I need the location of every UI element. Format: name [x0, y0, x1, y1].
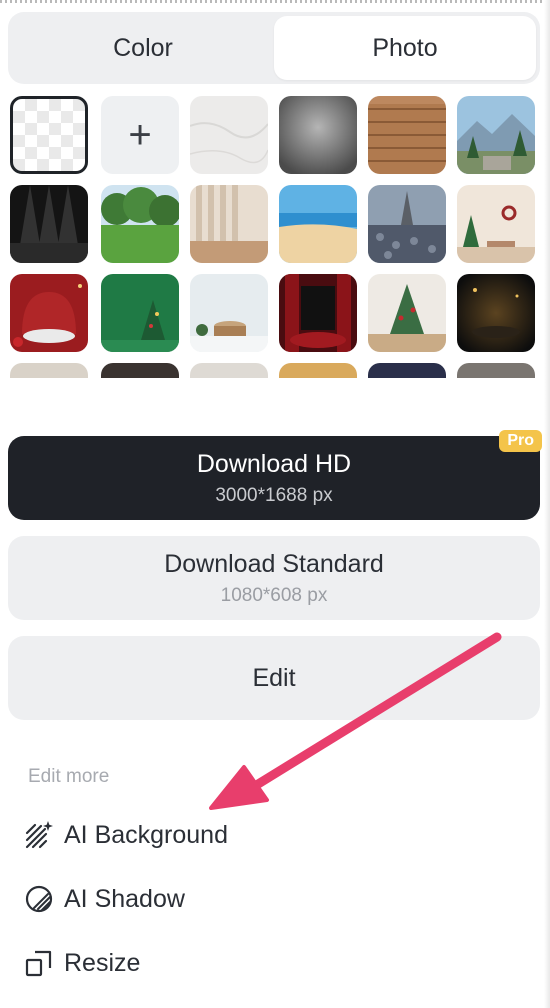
background-thumb-mountain-forest[interactable]	[457, 96, 535, 174]
resize-item[interactable]: Resize	[24, 943, 140, 983]
ai-background-icon	[24, 820, 54, 850]
background-thumb-row4-6[interactable]	[457, 363, 535, 378]
resize-icon	[24, 948, 54, 978]
background-thumb-red-podium[interactable]	[10, 274, 88, 352]
background-thumb-green-lawn[interactable]	[101, 185, 179, 263]
edit-label: Edit	[252, 663, 296, 692]
window-right-border	[544, 0, 550, 1008]
tab-color[interactable]: Color	[12, 16, 274, 80]
background-thumb-beach[interactable]	[279, 185, 357, 263]
background-thumb-dark-gold-bokeh[interactable]	[457, 274, 535, 352]
download-hd-button[interactable]: Download HD 3000*1688 px Pro	[8, 430, 542, 520]
background-thumb-wood-stump-winter[interactable]	[190, 274, 268, 352]
background-thumb-transparent[interactable]	[10, 96, 88, 174]
tab-photo[interactable]: Photo	[274, 16, 536, 80]
resize-label: Resize	[64, 948, 141, 977]
ai-shadow-item[interactable]: AI Shadow	[24, 879, 185, 919]
background-thumb-wood-planks[interactable]	[368, 96, 446, 174]
background-thumb-christmas-room[interactable]	[457, 185, 535, 263]
background-thumb-row4-5[interactable]	[368, 363, 446, 378]
pro-badge: Pro	[499, 430, 542, 452]
download-standard-label: Download Standard	[164, 549, 384, 578]
background-thumb-row4-4[interactable]	[279, 363, 357, 378]
download-standard-size: 1080*608 px	[220, 584, 328, 606]
window-top-border	[0, 0, 550, 3]
background-gallery: +	[10, 96, 538, 378]
ai-background-label: AI Background	[64, 820, 228, 849]
download-hd-label: Download HD	[196, 449, 352, 478]
ai-background-item[interactable]: AI Background	[24, 815, 228, 855]
add-background-button[interactable]: +	[101, 96, 179, 174]
background-type-switch: Color Photo	[8, 12, 540, 84]
plus-icon: +	[128, 112, 152, 157]
background-thumb-row4-2[interactable]	[101, 363, 179, 378]
background-thumb-marble[interactable]	[190, 96, 268, 174]
background-thumb-curtain-room[interactable]	[190, 185, 268, 263]
edit-more-heading: Edit more	[28, 766, 110, 787]
ai-shadow-icon	[24, 884, 54, 914]
background-thumb-spotlight-dark[interactable]	[10, 185, 88, 263]
download-hd-size: 3000*1688 px	[215, 484, 333, 506]
edit-button[interactable]: Edit	[8, 636, 540, 720]
background-thumb-christmas-tree-white[interactable]	[368, 274, 446, 352]
background-thumb-row4-1[interactable]	[10, 363, 88, 378]
ai-shadow-label: AI Shadow	[64, 884, 185, 913]
background-thumb-red-stage[interactable]	[279, 274, 357, 352]
background-thumb-concrete-gray[interactable]	[279, 96, 357, 174]
download-standard-button[interactable]: Download Standard 1080*608 px	[8, 536, 540, 620]
background-thumb-green-christmas[interactable]	[101, 274, 179, 352]
background-thumb-row4-3[interactable]	[190, 363, 268, 378]
background-thumb-eiffel-street[interactable]	[368, 185, 446, 263]
